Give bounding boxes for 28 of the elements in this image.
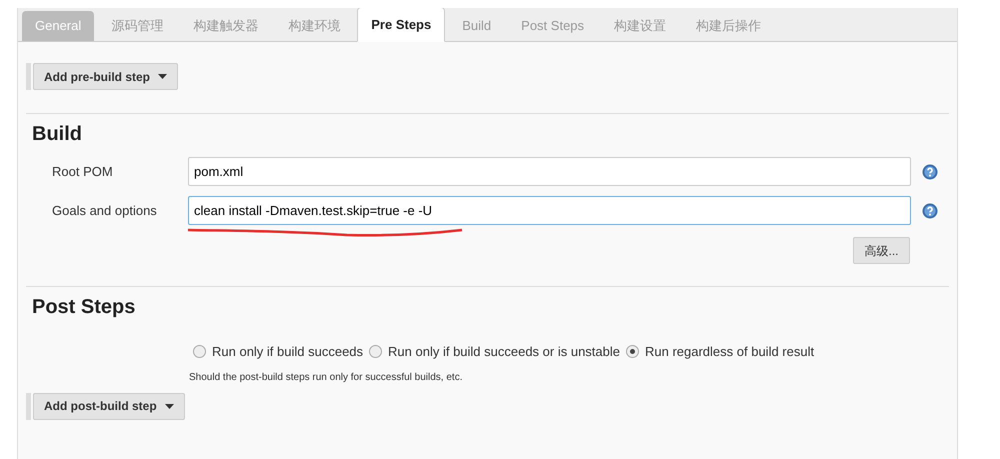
radio-button[interactable] <box>193 345 206 358</box>
help-text: Should the post-build steps run only for successful builds, etc. <box>189 370 464 384</box>
tab[interactable]: 构建设置 <box>601 11 680 41</box>
tab[interactable]: Pre Steps <box>357 8 446 42</box>
add-pre-build-step-button[interactable]: Add pre-build step <box>33 63 178 90</box>
radio-button[interactable] <box>369 345 382 358</box>
tab[interactable]: Post Steps <box>508 11 598 41</box>
tab[interactable]: Build <box>449 11 504 41</box>
tab[interactable]: 源码管理 <box>98 11 176 41</box>
add-post-build-step-button[interactable]: Add post-build step <box>33 392 185 420</box>
section-heading: Post Steps <box>32 295 136 319</box>
section-heading: Build <box>32 122 83 146</box>
field-label: Goals and options <box>51 202 158 220</box>
advanced-button[interactable]: 高级... <box>853 237 910 264</box>
caret-icon <box>164 404 174 408</box>
field-label: Root POM <box>51 162 114 181</box>
text-field[interactable]: pom.xml <box>188 157 911 186</box>
radio-label: Run only if build succeeds or is unstable <box>388 343 620 361</box>
caret-icon <box>158 74 167 79</box>
tab[interactable]: 构建后操作 <box>683 11 774 41</box>
radio-label: Run regardless of build result <box>645 343 814 361</box>
tab[interactable]: 构建触发器 <box>180 11 272 41</box>
tab[interactable]: 构建环境 <box>275 11 354 41</box>
radio-label: Run only if build succeeds <box>212 343 364 361</box>
help-icon[interactable] <box>922 202 938 218</box>
text-field[interactable]: clean install -Dmaven.test.skip=true -e -U <box>188 196 911 225</box>
help-icon[interactable] <box>922 164 938 180</box>
radio-button[interactable] <box>626 345 639 358</box>
